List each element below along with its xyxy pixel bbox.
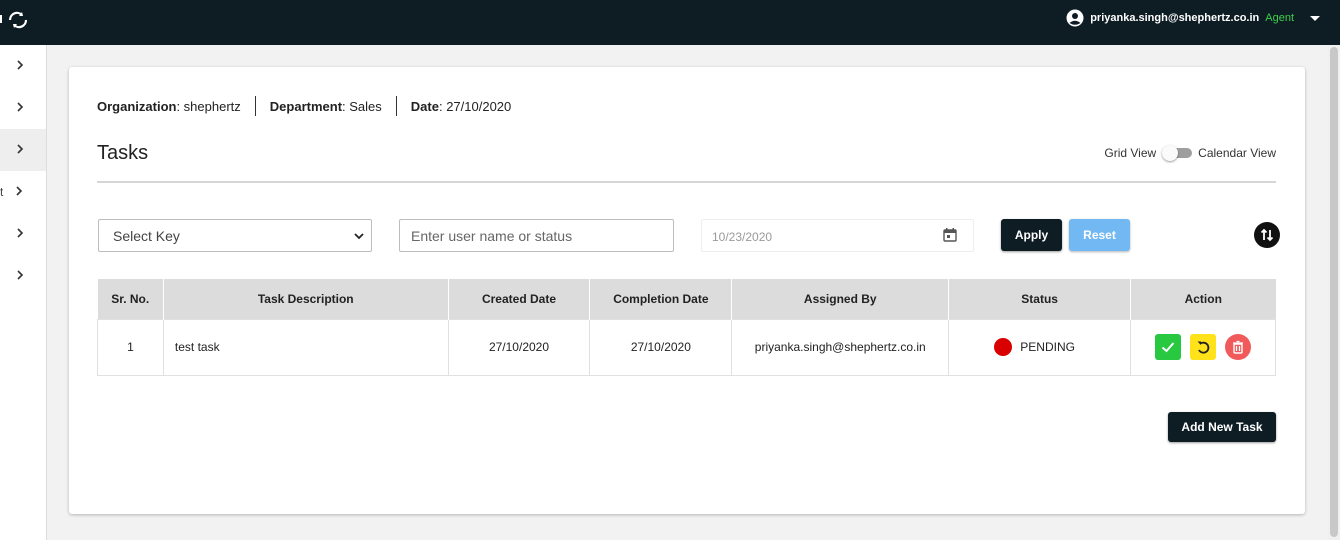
column-header[interactable]: Task Description — [163, 279, 449, 319]
sidebar-item-3[interactable] — [0, 129, 46, 171]
tasks-card: Organization : shephertz Department : Sa… — [69, 67, 1305, 514]
select-key-dropdown[interactable]: Select Key — [98, 219, 372, 252]
sidebar: t — [0, 45, 47, 540]
top-navbar: priyanka.singh@shephertz.co.in Agent — [0, 0, 1340, 45]
view-switch[interactable] — [1162, 145, 1193, 161]
undo-icon — [1197, 341, 1210, 354]
sidebar-item-label: t — [0, 185, 4, 199]
cell-status: PENDING — [948, 318, 1132, 376]
search-input[interactable] — [399, 219, 674, 252]
sidebar-item-2[interactable] — [0, 87, 46, 129]
divider — [395, 96, 397, 116]
chevron-right-icon — [17, 228, 24, 238]
sidebar-item-5[interactable] — [0, 213, 46, 255]
trash-icon — [1233, 340, 1244, 354]
date-picker-value: 10/23/2020 — [712, 230, 773, 244]
date-picker-input[interactable]: 10/23/2020 — [701, 219, 974, 252]
tasks-table: Sr. No. Task Description Created Date Co… — [97, 279, 1276, 376]
calendar-view-label: Calendar View — [1198, 146, 1276, 160]
table-header-row: Sr. No. Task Description Created Date Co… — [97, 279, 1276, 319]
scrollbar-thumb[interactable] — [1330, 47, 1338, 537]
cell-created-date: 27/10/2020 — [447, 318, 591, 376]
status-dot-icon — [994, 338, 1013, 356]
chevron-right-icon — [17, 102, 24, 112]
sidebar-item-6[interactable] — [0, 255, 46, 297]
page-title: Tasks — [97, 142, 149, 164]
table-row: 1 test task 27/10/2020 27/10/2020 priyan… — [97, 318, 1276, 376]
sort-swap-icon — [1260, 228, 1274, 242]
sort-button[interactable] — [1254, 222, 1280, 248]
chevron-right-icon — [17, 270, 24, 280]
user-role: Agent — [1265, 11, 1294, 24]
status-badge: PENDING — [1020, 340, 1075, 354]
select-key-value: Select Key — [113, 228, 180, 244]
chevron-right-icon — [17, 144, 24, 154]
delete-task-button[interactable] — [1225, 334, 1252, 360]
chevron-down-icon — [354, 233, 364, 240]
sidebar-item-1[interactable] — [0, 45, 46, 87]
apply-button[interactable]: Apply — [1001, 219, 1062, 251]
context-breadcrumb: Organization : shephertz Department : Sa… — [97, 96, 511, 116]
date-value: : 27/10/2020 — [438, 98, 512, 114]
cell-actions — [1130, 318, 1276, 376]
view-toggle: Grid View Calendar View — [1104, 145, 1276, 161]
add-new-task-button[interactable]: Add New Task — [1168, 412, 1276, 442]
org-value: : shephertz — [176, 98, 241, 114]
cell-assigned-by: priyanka.singh@shephertz.co.in — [731, 318, 950, 376]
cell-sr-no: 1 — [97, 318, 164, 376]
cell-completion-date: 27/10/2020 — [589, 318, 733, 376]
header-divider — [97, 181, 1276, 183]
calendar-icon[interactable] — [942, 227, 958, 243]
column-header[interactable]: Status — [948, 279, 1132, 319]
divider — [254, 96, 256, 116]
column-header[interactable]: Sr. No. — [97, 279, 164, 319]
chevron-right-icon — [16, 186, 23, 196]
account-circle-icon — [1066, 9, 1084, 26]
grid-view-label: Grid View — [1104, 146, 1157, 160]
reset-button[interactable]: Reset — [1069, 219, 1130, 251]
check-icon — [1161, 342, 1175, 353]
dept-value: : Sales — [342, 98, 382, 114]
reopen-task-button[interactable] — [1190, 334, 1217, 360]
user-menu[interactable]: priyanka.singh@shephertz.co.in Agent — [1066, 0, 1320, 35]
date-label: Date — [410, 98, 439, 114]
column-header[interactable]: Completion Date — [589, 279, 733, 319]
caret-down-icon[interactable] — [1310, 16, 1320, 21]
user-email: priyanka.singh@shephertz.co.in — [1090, 11, 1260, 24]
org-label: Organization — [97, 98, 177, 114]
column-header[interactable]: Created Date — [448, 279, 591, 319]
complete-task-button[interactable] — [1155, 334, 1182, 360]
sync-icon[interactable] — [0, 9, 36, 31]
column-header: Action — [1130, 279, 1276, 319]
chevron-right-icon — [17, 60, 24, 70]
column-header[interactable]: Assigned By — [731, 279, 950, 319]
dept-label: Department — [269, 98, 343, 114]
cell-description: test task — [162, 318, 449, 376]
sidebar-item-4[interactable]: t — [0, 171, 46, 213]
page-scrollbar[interactable] — [1328, 45, 1340, 540]
